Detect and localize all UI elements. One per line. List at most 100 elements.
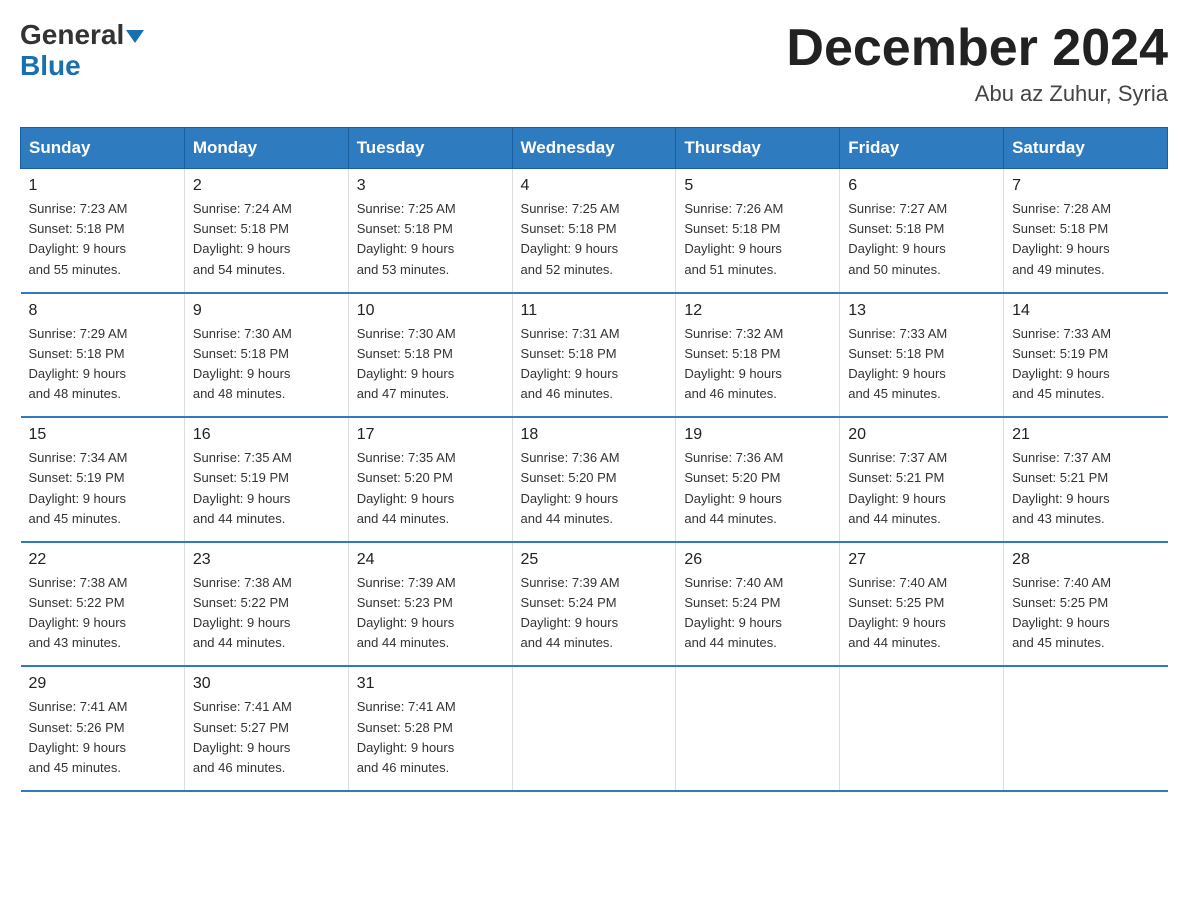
day-number: 9	[193, 302, 340, 320]
calendar-header-row: Sunday Monday Tuesday Wednesday Thursday…	[21, 128, 1168, 169]
table-row: 28 Sunrise: 7:40 AM Sunset: 5:25 PM Dayl…	[1004, 542, 1168, 667]
day-info: Sunrise: 7:28 AM Sunset: 5:18 PM Dayligh…	[1012, 199, 1159, 280]
col-sunday: Sunday	[21, 128, 185, 169]
day-number: 30	[193, 675, 340, 693]
col-monday: Monday	[184, 128, 348, 169]
logo-triangle-icon	[126, 30, 144, 43]
table-row: 24 Sunrise: 7:39 AM Sunset: 5:23 PM Dayl…	[348, 542, 512, 667]
table-row: 15 Sunrise: 7:34 AM Sunset: 5:19 PM Dayl…	[21, 417, 185, 542]
day-info: Sunrise: 7:41 AM Sunset: 5:26 PM Dayligh…	[29, 697, 176, 778]
page-header: General Blue December 2024 Abu az Zuhur,…	[20, 20, 1168, 107]
day-number: 31	[357, 675, 504, 693]
day-info: Sunrise: 7:40 AM Sunset: 5:25 PM Dayligh…	[848, 573, 995, 654]
table-row: 20 Sunrise: 7:37 AM Sunset: 5:21 PM Dayl…	[840, 417, 1004, 542]
calendar-week-row: 22 Sunrise: 7:38 AM Sunset: 5:22 PM Dayl…	[21, 542, 1168, 667]
day-number: 1	[29, 177, 176, 195]
day-info: Sunrise: 7:24 AM Sunset: 5:18 PM Dayligh…	[193, 199, 340, 280]
col-saturday: Saturday	[1004, 128, 1168, 169]
day-number: 23	[193, 551, 340, 569]
day-info: Sunrise: 7:23 AM Sunset: 5:18 PM Dayligh…	[29, 199, 176, 280]
day-number: 21	[1012, 426, 1159, 444]
table-row: 3 Sunrise: 7:25 AM Sunset: 5:18 PM Dayli…	[348, 169, 512, 293]
day-number: 18	[521, 426, 668, 444]
table-row: 11 Sunrise: 7:31 AM Sunset: 5:18 PM Dayl…	[512, 293, 676, 418]
calendar-week-row: 1 Sunrise: 7:23 AM Sunset: 5:18 PM Dayli…	[21, 169, 1168, 293]
day-info: Sunrise: 7:38 AM Sunset: 5:22 PM Dayligh…	[29, 573, 176, 654]
day-number: 6	[848, 177, 995, 195]
day-number: 16	[193, 426, 340, 444]
table-row: 19 Sunrise: 7:36 AM Sunset: 5:20 PM Dayl…	[676, 417, 840, 542]
day-number: 13	[848, 302, 995, 320]
day-info: Sunrise: 7:37 AM Sunset: 5:21 PM Dayligh…	[848, 448, 995, 529]
table-row: 10 Sunrise: 7:30 AM Sunset: 5:18 PM Dayl…	[348, 293, 512, 418]
table-row: 16 Sunrise: 7:35 AM Sunset: 5:19 PM Dayl…	[184, 417, 348, 542]
day-info: Sunrise: 7:39 AM Sunset: 5:23 PM Dayligh…	[357, 573, 504, 654]
day-number: 22	[29, 551, 176, 569]
day-number: 27	[848, 551, 995, 569]
day-info: Sunrise: 7:27 AM Sunset: 5:18 PM Dayligh…	[848, 199, 995, 280]
day-number: 4	[521, 177, 668, 195]
col-friday: Friday	[840, 128, 1004, 169]
location: Abu az Zuhur, Syria	[786, 81, 1168, 107]
title-block: December 2024 Abu az Zuhur, Syria	[786, 20, 1168, 107]
col-tuesday: Tuesday	[348, 128, 512, 169]
table-row: 8 Sunrise: 7:29 AM Sunset: 5:18 PM Dayli…	[21, 293, 185, 418]
day-number: 29	[29, 675, 176, 693]
table-row	[1004, 666, 1168, 791]
calendar-week-row: 8 Sunrise: 7:29 AM Sunset: 5:18 PM Dayli…	[21, 293, 1168, 418]
day-number: 15	[29, 426, 176, 444]
day-info: Sunrise: 7:34 AM Sunset: 5:19 PM Dayligh…	[29, 448, 176, 529]
day-info: Sunrise: 7:25 AM Sunset: 5:18 PM Dayligh…	[357, 199, 504, 280]
table-row: 14 Sunrise: 7:33 AM Sunset: 5:19 PM Dayl…	[1004, 293, 1168, 418]
table-row: 12 Sunrise: 7:32 AM Sunset: 5:18 PM Dayl…	[676, 293, 840, 418]
day-info: Sunrise: 7:35 AM Sunset: 5:20 PM Dayligh…	[357, 448, 504, 529]
day-info: Sunrise: 7:26 AM Sunset: 5:18 PM Dayligh…	[684, 199, 831, 280]
day-number: 2	[193, 177, 340, 195]
table-row: 4 Sunrise: 7:25 AM Sunset: 5:18 PM Dayli…	[512, 169, 676, 293]
day-info: Sunrise: 7:30 AM Sunset: 5:18 PM Dayligh…	[357, 324, 504, 405]
day-number: 17	[357, 426, 504, 444]
table-row: 26 Sunrise: 7:40 AM Sunset: 5:24 PM Dayl…	[676, 542, 840, 667]
day-info: Sunrise: 7:30 AM Sunset: 5:18 PM Dayligh…	[193, 324, 340, 405]
day-info: Sunrise: 7:35 AM Sunset: 5:19 PM Dayligh…	[193, 448, 340, 529]
table-row	[512, 666, 676, 791]
day-number: 8	[29, 302, 176, 320]
day-number: 5	[684, 177, 831, 195]
day-info: Sunrise: 7:31 AM Sunset: 5:18 PM Dayligh…	[521, 324, 668, 405]
table-row: 29 Sunrise: 7:41 AM Sunset: 5:26 PM Dayl…	[21, 666, 185, 791]
table-row: 18 Sunrise: 7:36 AM Sunset: 5:20 PM Dayl…	[512, 417, 676, 542]
day-number: 10	[357, 302, 504, 320]
table-row	[676, 666, 840, 791]
calendar-week-row: 15 Sunrise: 7:34 AM Sunset: 5:19 PM Dayl…	[21, 417, 1168, 542]
table-row	[840, 666, 1004, 791]
day-number: 19	[684, 426, 831, 444]
table-row: 2 Sunrise: 7:24 AM Sunset: 5:18 PM Dayli…	[184, 169, 348, 293]
day-info: Sunrise: 7:38 AM Sunset: 5:22 PM Dayligh…	[193, 573, 340, 654]
table-row: 23 Sunrise: 7:38 AM Sunset: 5:22 PM Dayl…	[184, 542, 348, 667]
day-info: Sunrise: 7:32 AM Sunset: 5:18 PM Dayligh…	[684, 324, 831, 405]
logo: General Blue	[20, 20, 144, 82]
day-number: 24	[357, 551, 504, 569]
month-title: December 2024	[786, 20, 1168, 77]
table-row: 31 Sunrise: 7:41 AM Sunset: 5:28 PM Dayl…	[348, 666, 512, 791]
table-row: 22 Sunrise: 7:38 AM Sunset: 5:22 PM Dayl…	[21, 542, 185, 667]
day-info: Sunrise: 7:36 AM Sunset: 5:20 PM Dayligh…	[521, 448, 668, 529]
table-row: 1 Sunrise: 7:23 AM Sunset: 5:18 PM Dayli…	[21, 169, 185, 293]
day-number: 25	[521, 551, 668, 569]
table-row: 13 Sunrise: 7:33 AM Sunset: 5:18 PM Dayl…	[840, 293, 1004, 418]
day-number: 7	[1012, 177, 1159, 195]
calendar-table: Sunday Monday Tuesday Wednesday Thursday…	[20, 127, 1168, 792]
table-row: 27 Sunrise: 7:40 AM Sunset: 5:25 PM Dayl…	[840, 542, 1004, 667]
table-row: 17 Sunrise: 7:35 AM Sunset: 5:20 PM Dayl…	[348, 417, 512, 542]
col-wednesday: Wednesday	[512, 128, 676, 169]
day-info: Sunrise: 7:36 AM Sunset: 5:20 PM Dayligh…	[684, 448, 831, 529]
day-number: 3	[357, 177, 504, 195]
day-info: Sunrise: 7:33 AM Sunset: 5:19 PM Dayligh…	[1012, 324, 1159, 405]
day-info: Sunrise: 7:29 AM Sunset: 5:18 PM Dayligh…	[29, 324, 176, 405]
day-info: Sunrise: 7:39 AM Sunset: 5:24 PM Dayligh…	[521, 573, 668, 654]
col-thursday: Thursday	[676, 128, 840, 169]
table-row: 7 Sunrise: 7:28 AM Sunset: 5:18 PM Dayli…	[1004, 169, 1168, 293]
day-number: 14	[1012, 302, 1159, 320]
table-row: 21 Sunrise: 7:37 AM Sunset: 5:21 PM Dayl…	[1004, 417, 1168, 542]
logo-general: General	[20, 20, 124, 51]
